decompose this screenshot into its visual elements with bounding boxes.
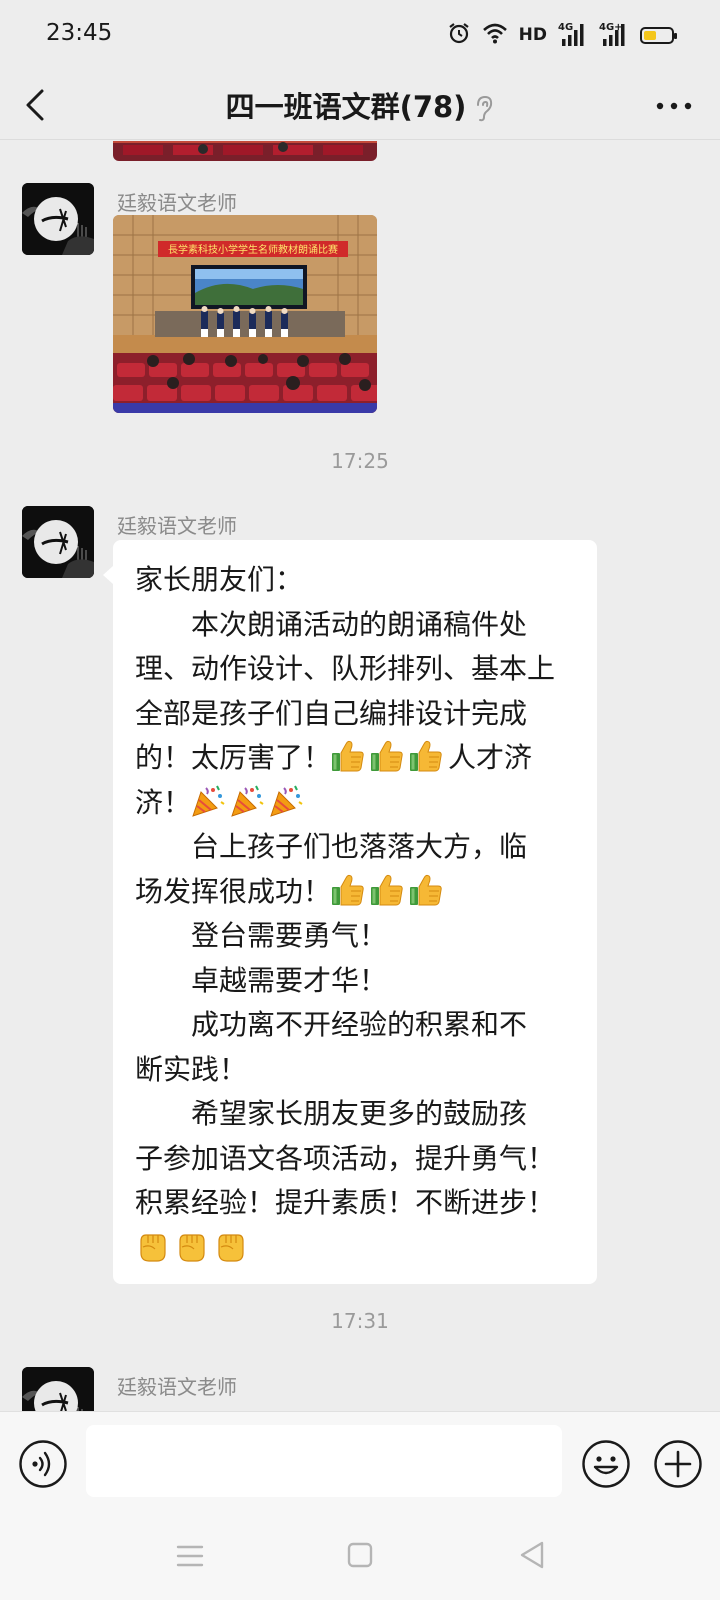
chat-area[interactable]: 廷毅语文老师 長学素科技小学学生名师教材朗诵比赛 17:25 廷毅语文老师 家长… bbox=[0, 141, 720, 1411]
message-line-with-emoji: 的！太厉害了！ 人才济 bbox=[135, 736, 575, 781]
emoji-icon[interactable] bbox=[581, 1439, 631, 1489]
message-line: 卓越需要才华！ bbox=[135, 964, 388, 996]
message-line: 济！ bbox=[135, 786, 192, 818]
menu-icon[interactable] bbox=[175, 1542, 205, 1570]
system-nav-bar bbox=[0, 1515, 720, 1600]
sender-name: 廷毅语文老师 bbox=[117, 191, 237, 215]
timestamp: 17:25 bbox=[331, 449, 389, 473]
avatar[interactable] bbox=[22, 506, 94, 578]
message-line: 人才济 bbox=[448, 742, 533, 773]
message-line-with-emoji: 济！ bbox=[135, 781, 575, 826]
battery-icon bbox=[640, 26, 677, 44]
sender-name: 廷毅语文老师 bbox=[117, 1375, 237, 1399]
image-banner-text: 長学素科技小学学生名师教材朗诵比赛 bbox=[168, 243, 338, 256]
party-popper-icon bbox=[269, 784, 303, 818]
thumbs-up-icon bbox=[370, 739, 404, 773]
signal-icon: 4G+ bbox=[599, 23, 629, 47]
wifi-icon bbox=[482, 22, 508, 48]
message-line: 成功离不开经验的积累和不 bbox=[135, 1009, 528, 1040]
status-icons: HD 4G 4G+ bbox=[447, 20, 677, 50]
sender-name: 廷毅语文老师 bbox=[117, 514, 237, 538]
message-line: 场发挥很成功！ bbox=[135, 875, 332, 907]
raised-fist-icon bbox=[135, 1229, 169, 1263]
chat-title: 四一班语文群(78) bbox=[225, 90, 467, 124]
raised-fist-icon bbox=[213, 1229, 247, 1263]
home-icon[interactable] bbox=[347, 1542, 373, 1568]
message-line: 希望家长朋友更多的鼓励孩 bbox=[135, 1098, 528, 1129]
status-bar: 23:45 HD 4G 4G+ bbox=[0, 0, 720, 70]
more-icon[interactable] bbox=[654, 94, 694, 118]
message-line: 积累经验！提升素质！不断进步！ bbox=[135, 1187, 556, 1218]
party-popper-icon bbox=[191, 784, 225, 818]
battery-level bbox=[644, 30, 656, 40]
message-image[interactable]: 長学素科技小学学生名师教材朗诵比赛 bbox=[113, 215, 377, 413]
status-time: 23:45 bbox=[46, 20, 113, 46]
message-line: 的！太厉害了！ bbox=[135, 742, 332, 773]
thumbs-up-icon bbox=[331, 739, 365, 773]
party-popper-icon bbox=[230, 784, 264, 818]
ear-icon bbox=[474, 95, 494, 123]
raised-fist-icon bbox=[174, 1229, 208, 1263]
message-line: 本次朗诵活动的朗诵稿件处 bbox=[135, 608, 528, 640]
avatar[interactable] bbox=[22, 183, 94, 255]
message-line: 断实践！ bbox=[135, 1053, 248, 1085]
alarm-icon bbox=[447, 21, 471, 49]
signal-icon: 4G bbox=[558, 23, 588, 47]
previous-image[interactable] bbox=[113, 141, 377, 161]
message-input[interactable] bbox=[86, 1425, 562, 1497]
thumbs-up-icon bbox=[370, 873, 404, 907]
message-bubble[interactable]: 家长朋友们： 本次朗诵活动的朗诵稿件处 理、动作设计、队形排列、基本上 全部是孩… bbox=[103, 540, 597, 1284]
title-bar: 四一班语文群(78) bbox=[0, 70, 720, 140]
input-bar bbox=[0, 1411, 720, 1515]
hd-label: HD bbox=[518, 25, 547, 45]
avatar[interactable] bbox=[22, 1367, 94, 1411]
voice-icon[interactable] bbox=[18, 1439, 68, 1489]
message-line: 台上孩子们也落落大方，临 bbox=[135, 831, 528, 862]
message-line: 登台需要勇气！ bbox=[135, 920, 388, 951]
thumbs-up-icon bbox=[409, 739, 443, 773]
message-line-with-emoji: 场发挥很成功！ bbox=[135, 870, 575, 915]
message-line: 子参加语文各项活动，提升勇气！ bbox=[135, 1142, 556, 1174]
plus-icon[interactable] bbox=[653, 1439, 703, 1489]
message-line: 全部是孩子们自己编排设计完成 bbox=[135, 697, 528, 729]
emoji-row bbox=[135, 1226, 575, 1271]
chat-title-row: 四一班语文群(78) bbox=[0, 84, 720, 126]
thumbs-up-icon bbox=[409, 873, 443, 907]
message-line: 理、动作设计、队形排列、基本上 bbox=[135, 653, 556, 684]
timestamp: 17:31 bbox=[331, 1309, 389, 1333]
thumbs-up-icon bbox=[331, 873, 365, 907]
back-triangle-icon[interactable] bbox=[518, 1540, 546, 1570]
message-line: 家长朋友们： bbox=[135, 564, 304, 595]
